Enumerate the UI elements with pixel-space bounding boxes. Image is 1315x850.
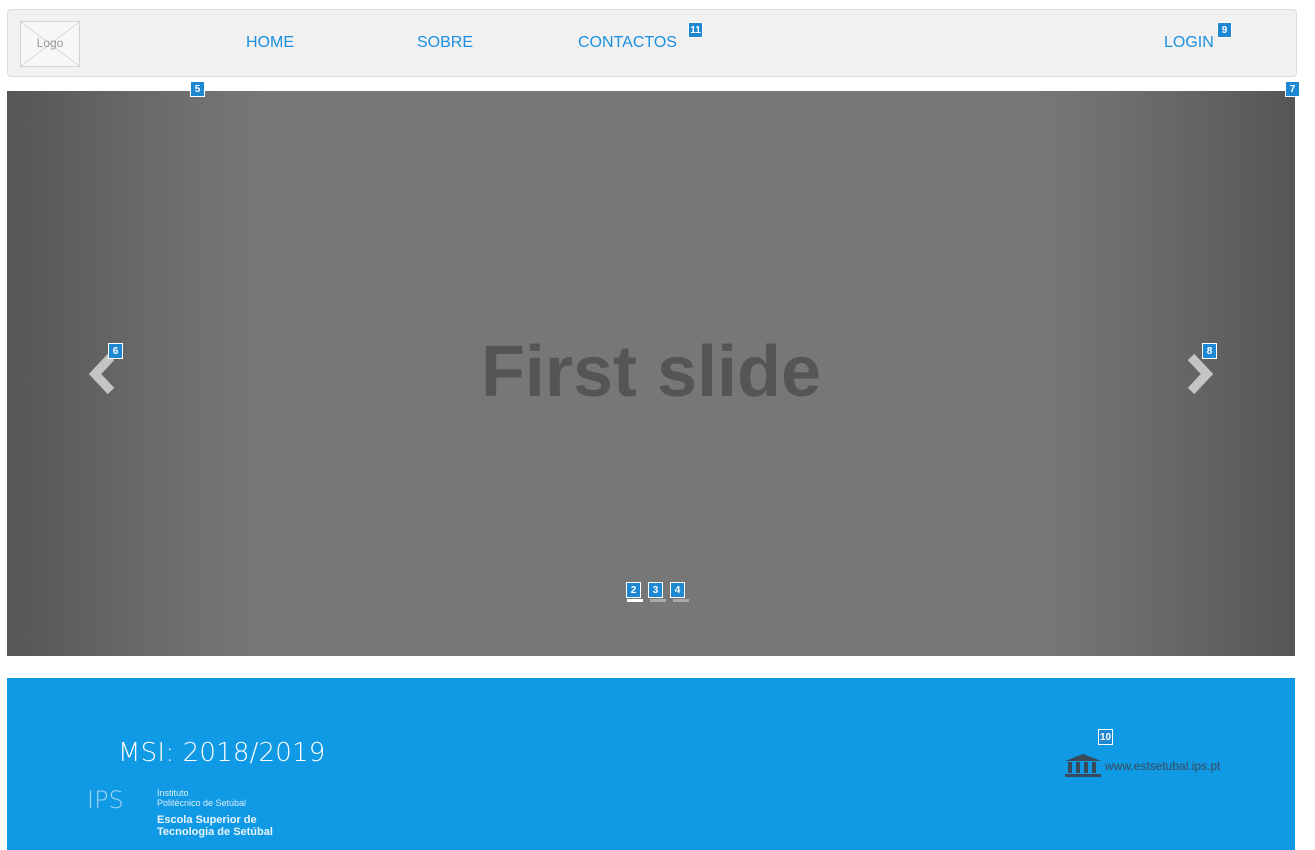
image-carousel: First slide [7, 91, 1295, 656]
nav-login-link[interactable]: LOGIN [1164, 34, 1214, 52]
indicator-bar [673, 599, 689, 602]
slide-caption: First slide [480, 332, 822, 412]
ips-letters: IPS [87, 786, 124, 814]
annotation-marker: 11 [688, 22, 703, 38]
annotation-marker: 8 [1202, 343, 1217, 359]
annotation-marker: 5 [190, 81, 205, 97]
nav-contactos-link[interactable]: CONTACTOS [578, 34, 677, 52]
nav-home-link[interactable]: HOME [246, 34, 294, 52]
logo-placeholder[interactable]: Logo [20, 21, 80, 67]
indicator-bar [627, 599, 643, 602]
ips-line: Instituto [157, 788, 189, 798]
logo-label: Logo [36, 36, 64, 50]
nav-sobre-link[interactable]: SOBRE [417, 34, 473, 52]
annotation-marker: 2 [626, 582, 641, 598]
ips-logo: IPS Instituto Politécnico de Setúbal Esc… [87, 786, 347, 846]
annotation-marker: 6 [108, 343, 123, 359]
page-footer: MSI: 2018/2019 IPS Instituto Politécnico… [7, 678, 1295, 850]
site-url-link[interactable]: www.estsetubal.ips.pt [1105, 759, 1220, 773]
annotation-marker: 3 [648, 582, 663, 598]
building-icon [1065, 754, 1101, 777]
annotation-marker: 9 [1217, 22, 1232, 38]
ips-line: Politécnico de Setúbal [157, 798, 247, 808]
annotation-marker: 10 [1098, 729, 1113, 745]
ips-line: Tecnologia de Setúbal [157, 826, 273, 838]
top-navbar: Logo HOME SOBRE CONTACTOS LOGIN [7, 9, 1297, 77]
school-website-link[interactable]: www.estsetubal.ips.pt [1063, 754, 1220, 778]
annotation-marker: 4 [670, 582, 685, 598]
course-label: MSI: 2018/2019 [118, 738, 326, 768]
ips-line: Escola Superior de [157, 814, 257, 826]
annotation-marker: 7 [1285, 81, 1300, 97]
indicator-bar [650, 599, 666, 602]
